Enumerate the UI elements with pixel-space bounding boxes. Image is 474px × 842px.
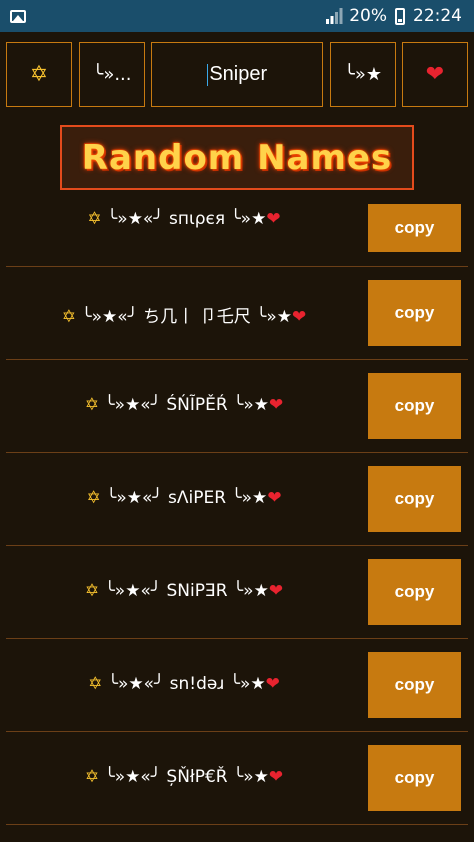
heart-icon: ❤ — [268, 395, 284, 415]
styled-name: ✡ ╰»★«╯ ち几丨 卩乇尺 ╰»★❤ — [0, 302, 368, 327]
styled-name: ✡ ╰»★«╯ sn!dǝɹ ╰»★❤ — [0, 674, 368, 694]
list-item: ✡ ╰»★«╯ ꓢꓠiꓑꓱꓣ ╰»★❤ copy — [0, 559, 474, 652]
heart-icon: ❤ — [425, 62, 445, 87]
styled-name-text: ╰»★«╯ sn!dǝɹ ╰»★ — [102, 674, 266, 694]
star-of-david-icon: ✡ — [61, 307, 76, 327]
name-input-value: Sniper — [209, 63, 268, 85]
gallery-notification-icon — [10, 9, 26, 23]
row-divider — [6, 824, 468, 825]
name-input[interactable]: Sniper — [206, 63, 268, 86]
heart-icon: ❤ — [266, 209, 281, 229]
star-of-david-icon: ✡ — [84, 581, 100, 601]
copy-button[interactable]: copy — [368, 204, 461, 252]
styled-name-text: ╰»★«╯ ѕɅiPER ╰»★ — [100, 488, 268, 508]
name-builder-toolbar: ✡ ╰»... Sniper ╰»★ ❤ — [6, 42, 468, 108]
row-divider — [6, 545, 468, 546]
decor-right-button[interactable]: ╰»★ — [330, 42, 396, 107]
signal-icon — [326, 8, 343, 24]
row-divider — [6, 731, 468, 732]
list-item: ✡ ╰»★«╯ sn!dǝɹ ╰»★❤ copy — [0, 652, 474, 745]
prefix-symbol-button[interactable]: ✡ — [6, 42, 72, 107]
heart-icon: ❤ — [268, 767, 284, 787]
decor-right-label: ╰»★ — [344, 64, 382, 85]
suffix-symbol-button[interactable]: ❤ — [402, 42, 468, 107]
styled-name-text: ╰»★«╯ ち几丨 卩乇尺 ╰»★ — [75, 307, 292, 327]
copy-button[interactable]: copy — [368, 466, 461, 532]
copy-button[interactable]: copy — [368, 373, 461, 439]
random-names-banner[interactable]: Random Names — [60, 125, 414, 190]
copy-button[interactable]: copy — [368, 559, 461, 625]
clock: 22:24 — [413, 6, 462, 26]
styled-name: ✡ ╰»★«╯ ꓢꓠiꓑꓱꓣ ╰»★❤ — [0, 581, 368, 601]
copy-button[interactable]: copy — [368, 745, 461, 811]
heart-icon: ❤ — [268, 581, 284, 601]
star-of-david-icon: ✡ — [86, 488, 101, 508]
list-item: ✡ ╰»★«╯ ѕɅiPER ╰»★❤ copy — [0, 466, 474, 559]
name-input-box[interactable]: Sniper — [151, 42, 323, 107]
heart-icon: ❤ — [292, 307, 307, 327]
list-item: ✡ ╰»★«╯ ȘŇłP€Ř ╰»★❤ copy — [0, 745, 474, 838]
star-of-david-icon: ✡ — [84, 767, 100, 787]
copy-button[interactable]: copy — [368, 280, 461, 346]
styled-name: ✡ ╰»★«╯ sпιρєя ╰»★❤ — [0, 209, 368, 229]
star-of-david-icon: ✡ — [84, 395, 100, 415]
styled-name: ✡ ╰»★«╯ ŚŃĨPĚŔ ╰»★❤ — [0, 395, 368, 415]
styled-name: ✡ ╰»★«╯ ѕɅiPER ╰»★❤ — [0, 488, 368, 508]
row-divider — [6, 266, 468, 267]
row-divider — [6, 452, 468, 453]
battery-percentage: 20% — [349, 6, 387, 26]
banner-title: Random Names — [81, 137, 393, 178]
styled-name-text: ╰»★«╯ ȘŇłP€Ř ╰»★ — [99, 767, 269, 787]
heart-icon: ❤ — [265, 674, 280, 694]
heart-icon: ❤ — [267, 488, 282, 508]
styled-name-text: ╰»★«╯ ꓢꓠiꓑꓱꓣ ╰»★ — [99, 581, 269, 601]
list-item: ✡ ╰»★«╯ ち几丨 卩乇尺 ╰»★❤ copy — [0, 280, 474, 373]
list-item: ✡ ╰»★«╯ sпιρєя ╰»★❤ copy — [0, 193, 474, 286]
decor-left-label: ╰»... — [92, 64, 132, 85]
styled-name: ✡ ╰»★«╯ ȘŇłP€Ř ╰»★❤ — [0, 767, 368, 787]
star-of-david-icon: ✡ — [88, 674, 103, 694]
list-item: ✡ ╰»★«╯ ŚŃĨPĚŔ ╰»★❤ copy — [0, 373, 474, 466]
star-of-david-icon: ✡ — [29, 62, 49, 87]
battery-icon — [395, 7, 405, 25]
star-of-david-icon: ✡ — [87, 209, 102, 229]
decor-left-button[interactable]: ╰»... — [79, 42, 145, 107]
copy-button[interactable]: copy — [368, 652, 461, 718]
status-bar: 20% 22:24 — [0, 0, 474, 32]
styled-name-text: ╰»★«╯ ŚŃĨPĚŔ ╰»★ — [99, 395, 269, 415]
row-divider — [6, 359, 468, 360]
row-divider — [6, 638, 468, 639]
styled-name-text: ╰»★«╯ sпιρєя ╰»★ — [101, 209, 267, 229]
